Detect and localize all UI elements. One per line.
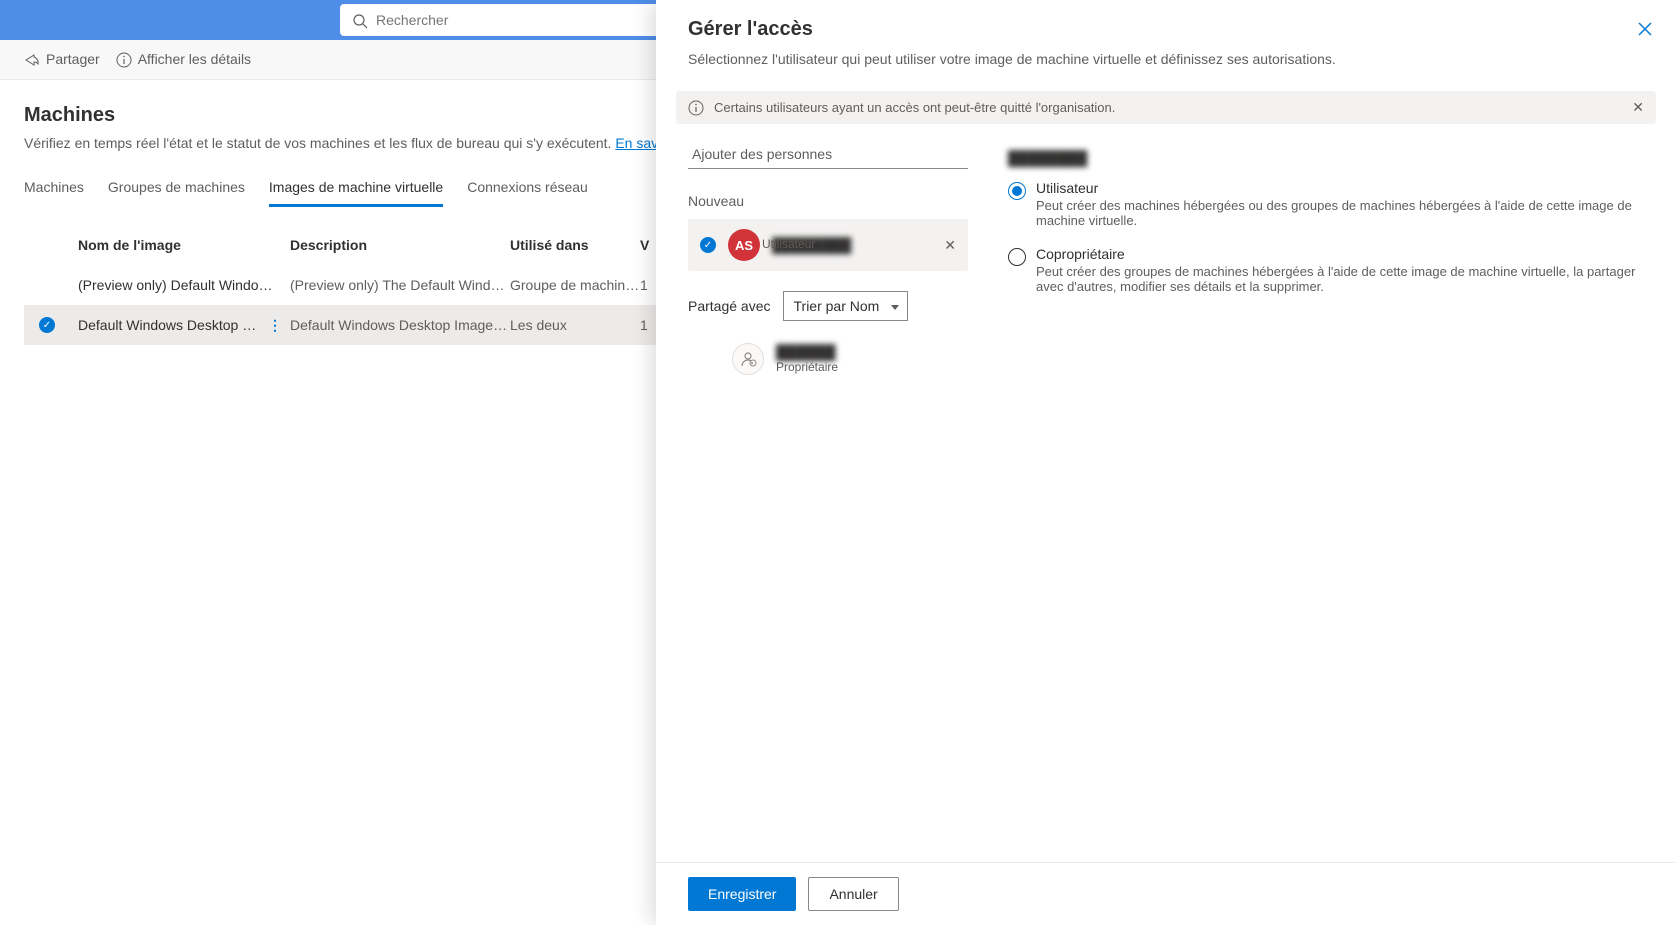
cancel-button[interactable]: Annuler — [808, 877, 898, 911]
check-icon: ✓ — [39, 317, 55, 333]
share-button[interactable]: Partager — [24, 51, 100, 68]
tab-connections[interactable]: Connexions réseau — [467, 171, 588, 205]
permissions-header: ████████ — [1008, 150, 1644, 166]
panel-title: Gérer l'accès — [688, 18, 1644, 41]
panel-right-column: ████████ Utilisateur Peut créer des mach… — [1008, 140, 1644, 846]
radio-option-coowner[interactable]: Copropriétaire Peut créer des groupes de… — [1008, 246, 1644, 294]
radio-label: Utilisateur — [1036, 180, 1644, 196]
person-icon — [732, 343, 764, 375]
user-role-label: Utilisateur — [762, 237, 968, 251]
col-name[interactable]: Nom de l'image — [70, 237, 290, 253]
info-icon — [688, 99, 704, 116]
cell-desc: (Preview only) The Default Windows Desk… — [290, 277, 510, 293]
col-used[interactable]: Utilisé dans — [510, 237, 640, 253]
sort-value: Trier par Nom — [794, 298, 880, 314]
save-button[interactable]: Enregistrer — [688, 877, 796, 911]
avatar: AS — [728, 229, 760, 261]
close-icon — [1638, 18, 1652, 38]
info-icon — [116, 51, 132, 68]
tab-groups[interactable]: Groupes de machines — [108, 171, 245, 205]
col-desc[interactable]: Description — [290, 237, 510, 253]
more-icon[interactable]: ⋮ — [260, 317, 290, 334]
search-icon — [352, 11, 368, 28]
panel-body: Nouveau ✓ AS ████████ ✕ Utilisateur Part… — [656, 124, 1676, 862]
radio-description: Peut créer des machines hébergées ou des… — [1036, 198, 1644, 228]
close-icon: ✕ — [1632, 99, 1644, 115]
sort-dropdown[interactable]: Trier par Nom — [783, 291, 909, 321]
radio-option-user[interactable]: Utilisateur Peut créer des machines hébe… — [1008, 180, 1644, 228]
info-text: Certains utilisateurs ayant un accès ont… — [714, 100, 1115, 115]
radio-description: Peut créer des groupes de machines héber… — [1036, 264, 1644, 294]
shared-with-label: Partagé avec — [688, 298, 771, 314]
cell-desc: Default Windows Desktop Image for use i… — [290, 317, 510, 333]
panel-left-column: Nouveau ✓ AS ████████ ✕ Utilisateur Part… — [688, 140, 968, 846]
owner-info: ██████ Propriétaire — [776, 344, 838, 374]
owner-row[interactable]: ██████ Propriétaire — [688, 337, 968, 381]
cell-name: (Preview only) Default Windo… — [70, 277, 290, 293]
shared-with-row: Partagé avec Trier par Nom — [688, 291, 968, 321]
close-panel-button[interactable] — [1638, 18, 1652, 39]
cell-used: Les deux — [510, 317, 640, 333]
radio-icon — [1008, 248, 1026, 266]
radio-label: Copropriétaire — [1036, 246, 1644, 262]
panel-footer: Enregistrer Annuler — [656, 862, 1676, 925]
owner-role: Propriétaire — [776, 360, 838, 374]
tab-machines[interactable]: Machines — [24, 171, 84, 205]
info-message: Certains utilisateurs ayant un accès ont… — [676, 91, 1656, 124]
cell-name: Default Windows Desktop I… ⋮ — [70, 317, 290, 334]
check-icon: ✓ — [700, 237, 716, 253]
cell-used: Groupe de machines h… — [510, 277, 640, 293]
panel-subtitle: Sélectionnez l'utilisateur qui peut util… — [688, 51, 1644, 67]
share-icon — [24, 51, 40, 68]
details-label: Afficher les détails — [138, 51, 251, 67]
tab-images[interactable]: Images de machine virtuelle — [269, 171, 443, 205]
share-label: Partager — [46, 51, 100, 67]
details-button[interactable]: Afficher les détails — [116, 51, 251, 68]
add-people-input[interactable] — [688, 140, 968, 169]
radio-icon — [1008, 182, 1026, 200]
panel-header: Gérer l'accès Sélectionnez l'utilisateur… — [656, 0, 1676, 79]
dismiss-info-button[interactable]: ✕ — [1632, 99, 1644, 116]
new-section-label: Nouveau — [688, 193, 968, 209]
row-checkbox[interactable]: ✓ — [24, 317, 70, 333]
manage-access-panel: Gérer l'accès Sélectionnez l'utilisateur… — [656, 0, 1676, 925]
